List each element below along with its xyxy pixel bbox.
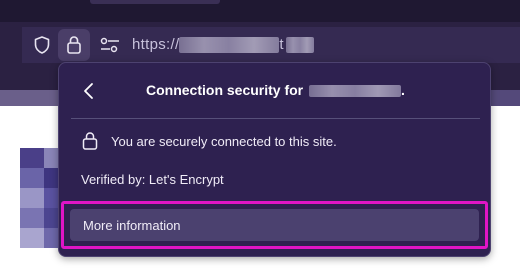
permissions-button[interactable] (94, 27, 126, 63)
more-information-button[interactable]: More information (70, 209, 479, 241)
tab-strip (0, 0, 520, 22)
connection-security-panel: Connection security for . You are secure… (58, 62, 491, 257)
url-text[interactable]: https:// t (132, 36, 314, 54)
tab-placeholder (90, 0, 220, 4)
url-prefix: https:// (132, 36, 180, 53)
url-suffix: t (279, 36, 284, 53)
tracking-protection-button[interactable] (26, 27, 58, 63)
site-name-redacted (309, 85, 402, 98)
secure-connection-row: You are securely connected to this site. (81, 131, 337, 151)
panel-title: Connection security for . (146, 82, 405, 98)
address-bar[interactable]: https:// t (22, 27, 520, 63)
verified-by-label: Verified by: Let's Encrypt (81, 172, 224, 187)
permissions-sliders-icon (100, 37, 119, 53)
url-tail-redacted (285, 37, 314, 54)
secure-connection-message: You are securely connected to this site. (111, 133, 337, 149)
more-information-label: More information (83, 217, 181, 233)
panel-title-text: Connection security for (146, 82, 304, 98)
highlight-box: More information (61, 201, 488, 249)
url-domain-redacted (179, 37, 280, 54)
shield-icon (34, 36, 50, 54)
lock-icon (82, 132, 98, 150)
panel-title-suffix: . (401, 82, 405, 98)
back-button[interactable] (77, 79, 101, 103)
divider (71, 118, 480, 119)
chevron-left-icon (84, 83, 93, 99)
lock-icon (67, 36, 81, 54)
site-security-button[interactable] (58, 29, 90, 61)
